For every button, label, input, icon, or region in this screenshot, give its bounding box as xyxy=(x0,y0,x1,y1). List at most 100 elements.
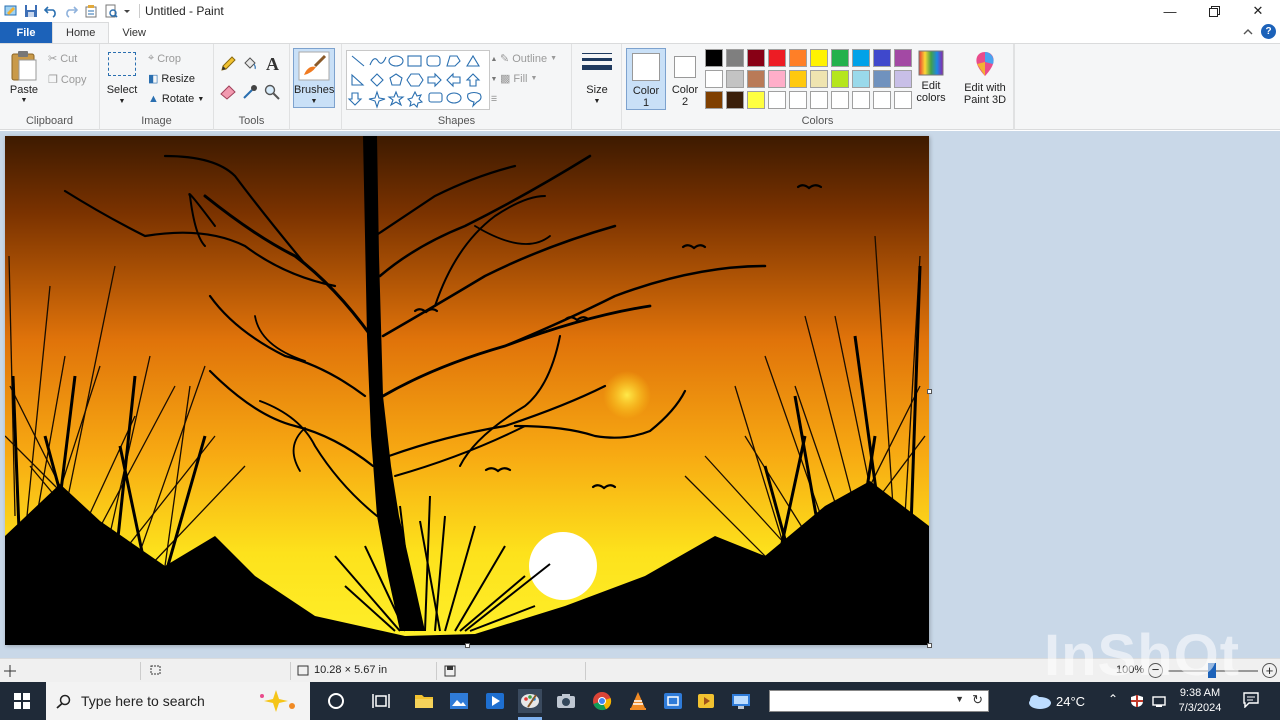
palette-swatch[interactable] xyxy=(747,70,765,88)
tab-home[interactable]: Home xyxy=(52,22,110,43)
palette-swatch[interactable] xyxy=(768,70,786,88)
shapes-gallery[interactable] xyxy=(346,50,490,110)
color2-button[interactable]: Color 2 xyxy=(668,48,702,110)
palette-swatch[interactable] xyxy=(852,91,870,109)
refresh-icon[interactable]: ↻ xyxy=(972,692,983,708)
palette-swatch[interactable] xyxy=(747,49,765,67)
remote-desktop-icon[interactable] xyxy=(729,689,753,713)
palette-swatch[interactable] xyxy=(705,70,723,88)
show-hidden-icons-icon[interactable]: ⌃ xyxy=(1108,692,1118,706)
eraser-icon[interactable] xyxy=(220,84,236,100)
palette-swatch[interactable] xyxy=(726,91,744,109)
palette-swatch[interactable] xyxy=(831,70,849,88)
palette-swatch[interactable] xyxy=(789,49,807,67)
redo-icon[interactable] xyxy=(62,2,80,20)
crop-button[interactable]: ⌖ Crop xyxy=(148,52,181,65)
shapes-scroll[interactable]: ▲ ▼ ☰ xyxy=(490,50,498,110)
zoom-out-button[interactable]: − xyxy=(1148,663,1163,678)
cut-button[interactable]: ✂ Cut xyxy=(48,52,77,66)
system-clock[interactable]: 9:38 AM 7/3/2024 xyxy=(1170,686,1230,716)
size-button[interactable]: Size ▼ xyxy=(578,50,616,110)
security-icon[interactable] xyxy=(1130,694,1144,708)
weather-temperature[interactable]: 24°C xyxy=(1056,694,1085,709)
help-icon[interactable]: ? xyxy=(1261,24,1276,39)
vlc-icon[interactable] xyxy=(626,689,650,713)
notifications-icon[interactable] xyxy=(1243,692,1259,708)
file-explorer-icon[interactable] xyxy=(412,689,436,713)
palette-swatch[interactable] xyxy=(831,91,849,109)
network-icon[interactable] xyxy=(1152,694,1168,708)
brushes-button[interactable]: Brushes ▼ xyxy=(293,48,335,108)
palette-swatch[interactable] xyxy=(894,49,912,67)
paste-button[interactable]: Paste ▼ xyxy=(8,50,40,104)
select-dropdown-icon[interactable]: ▼ xyxy=(106,96,138,108)
palette-swatch[interactable] xyxy=(873,49,891,67)
palette-swatch[interactable] xyxy=(747,91,765,109)
paint-app-icon[interactable] xyxy=(2,2,20,20)
palette-swatch[interactable] xyxy=(831,49,849,67)
edit-colors-button[interactable]: Edit colors xyxy=(912,48,950,110)
minimize-icon[interactable]: — xyxy=(1148,0,1192,22)
save-icon[interactable] xyxy=(22,2,40,20)
chrome-icon[interactable] xyxy=(590,689,614,713)
address-dropdown-icon[interactable]: ▼ xyxy=(955,694,964,704)
palette-swatch[interactable] xyxy=(810,70,828,88)
palette-swatch[interactable] xyxy=(873,91,891,109)
palette-swatch[interactable] xyxy=(810,91,828,109)
palette-swatch[interactable] xyxy=(810,49,828,67)
cortana-icon[interactable] xyxy=(324,689,348,713)
task-view-icon[interactable] xyxy=(369,689,393,713)
taskbar-search-box[interactable]: Type here to search xyxy=(46,682,310,720)
palette-swatch[interactable] xyxy=(852,70,870,88)
fill-bucket-icon[interactable] xyxy=(242,56,258,72)
tab-file[interactable]: File xyxy=(0,22,52,43)
palette-swatch[interactable] xyxy=(768,91,786,109)
snipping-tool-icon[interactable] xyxy=(661,689,685,713)
photos-icon[interactable] xyxy=(447,689,471,713)
palette-swatch[interactable] xyxy=(852,49,870,67)
edit-with-paint3d-button[interactable]: Edit with Paint 3D xyxy=(958,48,1012,110)
fill-button[interactable]: ▩ Fill ▼ xyxy=(500,72,537,86)
paste-dropdown-icon[interactable]: ▼ xyxy=(8,95,40,107)
undo-icon[interactable] xyxy=(42,2,60,20)
resize-handle-right[interactable] xyxy=(927,389,932,394)
zoom-in-button[interactable]: + xyxy=(1262,663,1277,678)
tab-view[interactable]: View xyxy=(109,22,159,43)
resize-handle-bottom[interactable] xyxy=(465,643,470,648)
select-button[interactable]: Select ▼ xyxy=(106,52,138,112)
palette-swatch[interactable] xyxy=(705,91,723,109)
palette-swatch[interactable] xyxy=(726,49,744,67)
collapse-ribbon-icon[interactable] xyxy=(1243,27,1253,37)
drawing-canvas[interactable] xyxy=(5,136,929,645)
properties-icon[interactable] xyxy=(82,2,100,20)
taskbar-address-input[interactable]: ▼ ↻ xyxy=(769,690,989,712)
canvas-workspace[interactable] xyxy=(0,131,1280,658)
camera-icon[interactable] xyxy=(554,689,578,713)
palette-swatch[interactable] xyxy=(789,70,807,88)
resize-handle-corner[interactable] xyxy=(927,643,932,648)
restore-icon[interactable] xyxy=(1192,0,1236,22)
media-player-icon[interactable] xyxy=(483,689,507,713)
paint-taskbar-icon[interactable] xyxy=(518,689,542,713)
pencil-icon[interactable] xyxy=(220,56,236,72)
rotate-button[interactable]: ▲ Rotate ▼ xyxy=(148,93,204,105)
palette-swatch[interactable] xyxy=(873,70,891,88)
color-picker-icon[interactable] xyxy=(242,84,258,100)
weather-icon[interactable] xyxy=(1026,692,1052,710)
customize-toolbar-chevron-icon[interactable] xyxy=(122,2,132,20)
copy-button[interactable]: ❐ Copy xyxy=(48,73,87,87)
video-editor-icon[interactable] xyxy=(694,689,718,713)
magnifier-icon[interactable] xyxy=(264,84,280,100)
palette-swatch[interactable] xyxy=(726,70,744,88)
windows-start-icon[interactable] xyxy=(10,689,34,713)
text-tool-icon[interactable]: A xyxy=(266,54,279,75)
color1-button[interactable]: Color 1 xyxy=(626,48,666,110)
zoom-slider-thumb[interactable] xyxy=(1208,663,1216,678)
outline-button[interactable]: ✎ Outline ▼ xyxy=(500,52,557,66)
resize-button[interactable]: ◧ Resize xyxy=(148,72,195,86)
palette-swatch[interactable] xyxy=(768,49,786,67)
palette-swatch[interactable] xyxy=(705,49,723,67)
palette-swatch[interactable] xyxy=(789,91,807,109)
print-preview-icon[interactable] xyxy=(102,2,120,20)
close-icon[interactable]: ✕ xyxy=(1236,0,1280,22)
